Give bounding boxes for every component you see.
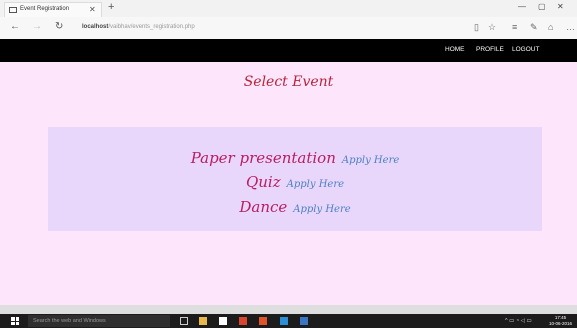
file-explorer-icon[interactable] xyxy=(199,317,207,325)
event-row-dance: Dance Apply Here xyxy=(48,198,542,217)
address-bar: ← → ↻ localhost/vaibhav/events_registrat… xyxy=(0,17,577,40)
plus-icon[interactable]: + xyxy=(108,1,114,13)
taskbar-clock[interactable]: 17:45 10-06-2016 xyxy=(549,315,572,327)
hub-icon[interactable]: ≡ xyxy=(512,22,517,32)
more-icon[interactable]: … xyxy=(566,22,575,32)
task-view-icon[interactable] xyxy=(180,317,188,325)
horizontal-scrollbar[interactable] xyxy=(0,305,577,314)
star-icon[interactable]: ☆ xyxy=(488,22,496,33)
refresh-icon[interactable]: ↻ xyxy=(55,21,63,32)
nav-logout-link[interactable]: LOGOUT xyxy=(512,46,539,53)
event-row-paper-presentation: Paper presentation Apply Here xyxy=(48,149,542,168)
browser-tab[interactable]: Event Registration ✕ xyxy=(4,2,102,17)
close-window-icon[interactable]: ✕ xyxy=(557,2,564,11)
maximize-icon[interactable]: ▢ xyxy=(538,2,546,11)
event-row-quiz: Quiz Apply Here xyxy=(48,173,542,192)
site-navbar: HOME PROFILE LOGOUT xyxy=(0,39,577,62)
taskbar-search-box[interactable]: Search the web and Windows xyxy=(28,315,170,327)
share-icon[interactable]: ⌂ xyxy=(548,22,553,32)
url-field[interactable]: localhost/vaibhav/events_registration.ph… xyxy=(82,24,195,30)
nav-profile-link[interactable]: PROFILE xyxy=(476,46,504,53)
apply-here-link[interactable]: Apply Here xyxy=(287,179,344,190)
taskbar: Search the web and Windows ^ ▭ ◔ ◁ ▭ 17:… xyxy=(0,314,577,328)
store-icon[interactable] xyxy=(219,317,227,325)
url-host: localhost xyxy=(82,24,109,30)
event-list-panel: Paper presentation Apply Here Quiz Apply H… xyxy=(48,127,542,231)
minimize-icon[interactable]: — xyxy=(518,2,526,11)
close-icon[interactable]: ✕ xyxy=(89,5,96,14)
browser-titlebar: Event Registration ✕ + — ▢ ✕ xyxy=(0,0,577,18)
event-name: Paper presentation xyxy=(190,149,336,167)
page-icon xyxy=(9,7,17,13)
nav-home-link[interactable]: HOME xyxy=(445,46,465,53)
reading-view-icon[interactable]: ▯ xyxy=(474,22,479,33)
event-name: Dance xyxy=(239,198,288,216)
tab-title: Event Registration xyxy=(20,6,70,12)
windows-icon[interactable] xyxy=(11,317,19,325)
word-icon[interactable] xyxy=(300,317,308,325)
page-title: Select Event xyxy=(243,74,334,90)
edge-icon[interactable] xyxy=(280,317,288,325)
event-name: Quiz xyxy=(245,173,281,191)
office-icon[interactable] xyxy=(259,317,267,325)
tray-icons[interactable]: ^ ▭ ◔ ◁ ▭ xyxy=(505,318,532,324)
mail-icon[interactable] xyxy=(239,317,247,325)
clock-date: 10-06-2016 xyxy=(549,321,573,326)
note-icon[interactable]: ✎ xyxy=(530,22,538,33)
back-icon[interactable]: ← xyxy=(10,21,20,32)
apply-here-link[interactable]: Apply Here xyxy=(342,155,399,166)
apply-here-link[interactable]: Apply Here xyxy=(293,204,350,215)
url-path: /vaibhav/events_registration.php xyxy=(108,24,195,30)
forward-icon[interactable]: → xyxy=(32,21,42,32)
